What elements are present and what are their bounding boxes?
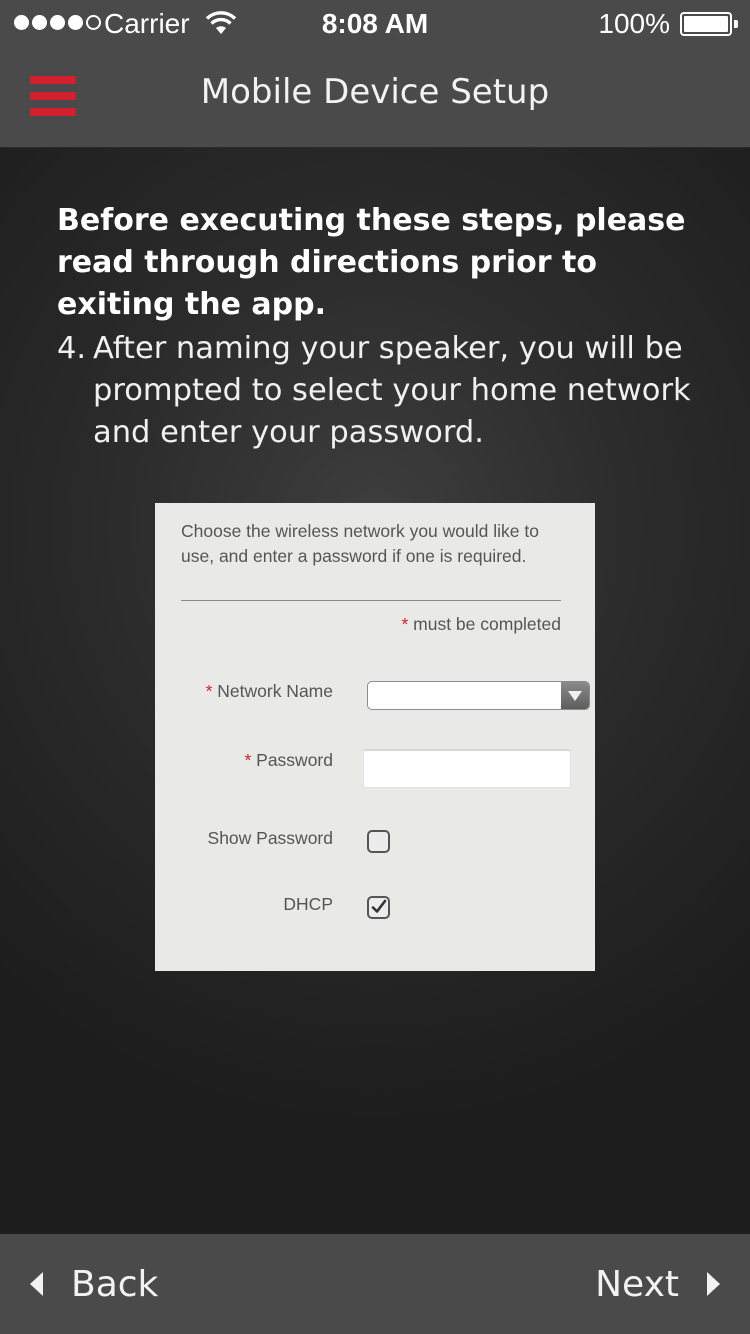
next-button[interactable]: Next — [595, 1234, 720, 1334]
battery-percentage: 100% — [598, 8, 670, 39]
password-label: * Password — [244, 750, 333, 771]
dhcp-checkbox[interactable] — [367, 896, 390, 919]
form-description: Choose the wireless network you would li… — [181, 521, 539, 566]
checkmark-icon — [371, 899, 387, 913]
intro-text: Before executing these steps, please rea… — [57, 203, 686, 322]
back-button[interactable]: Back — [30, 1234, 158, 1334]
battery-icon — [680, 12, 738, 36]
password-label-text: Password — [256, 750, 333, 770]
main-content: Before executing these steps, please rea… — [0, 148, 750, 1234]
chevron-right-icon — [707, 1272, 720, 1296]
required-note: * must be completed — [401, 614, 561, 635]
back-label: Back — [71, 1263, 159, 1305]
required-asterisk: * — [401, 614, 409, 634]
next-label: Next — [595, 1263, 679, 1305]
step-text: After naming your speaker, you will be p… — [93, 331, 691, 450]
required-note-text: must be completed — [413, 614, 561, 634]
page-title: Mobile Device Setup — [200, 72, 550, 112]
header: Carrier 8:08 AM 100% Mobile Device Setup — [0, 0, 750, 148]
step-instruction: 4. After naming your speaker, you will b… — [57, 328, 717, 454]
network-form-screenshot: Choose the wireless network you would li… — [155, 503, 595, 971]
dropdown-arrow-icon — [561, 682, 589, 709]
show-password-checkbox[interactable] — [367, 830, 390, 853]
dhcp-label: DHCP — [283, 894, 333, 914]
chevron-left-icon — [30, 1272, 43, 1296]
status-bar: Carrier 8:08 AM 100% — [0, 0, 750, 48]
form-divider — [181, 600, 561, 601]
network-name-label-text: Network Name — [217, 681, 333, 701]
required-asterisk: * — [244, 750, 252, 770]
bottom-toolbar: Back Next — [0, 1234, 750, 1334]
show-password-label: Show Password — [207, 828, 333, 848]
network-name-select[interactable] — [367, 681, 590, 710]
step-number: 4. — [57, 331, 87, 366]
password-field[interactable] — [363, 749, 571, 788]
required-asterisk: * — [205, 681, 213, 701]
network-name-label: * Network Name — [206, 681, 333, 702]
nav-bar: Mobile Device Setup — [0, 48, 750, 148]
